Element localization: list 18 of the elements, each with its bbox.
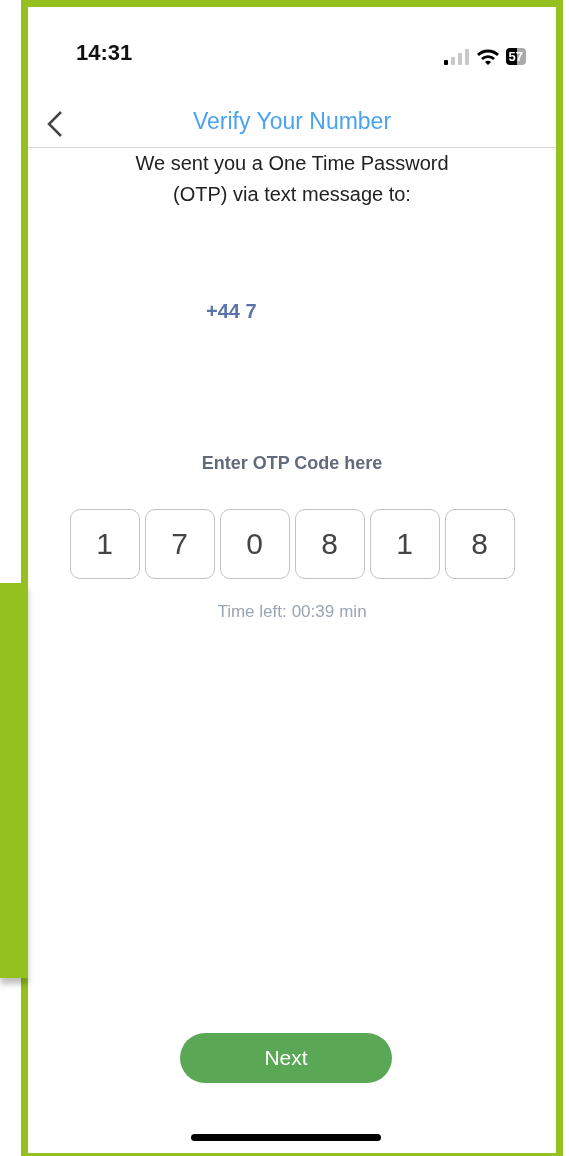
otp-label: Enter OTP Code here [200, 452, 384, 475]
message-text: (OTP) via text message to: [172, 182, 412, 207]
signal-icon [443, 48, 470, 65]
otp-digit-field[interactable]: 0 [219, 509, 290, 579]
status-time: 14:31 [76, 42, 133, 64]
phone-number: +44 7 [206, 299, 258, 324]
timer-label: Time left: [217, 601, 287, 623]
otp-digit-field[interactable]: 1 [369, 509, 440, 579]
timer-unit: min [339, 601, 367, 623]
otp-digit-field[interactable]: 8 [444, 509, 515, 579]
back-button[interactable] [46, 110, 64, 138]
message-text: We sent you a One Time Password [134, 151, 450, 176]
otp-digit-field[interactable]: 1 [69, 509, 140, 579]
screen-title: Verify Your Number [192, 107, 392, 136]
otp-digit-field[interactable]: 7 [144, 509, 215, 579]
timer-value: 00:39 [291, 601, 335, 623]
otp-digit-field[interactable]: 8 [294, 509, 365, 579]
wifi-icon [475, 48, 500, 65]
